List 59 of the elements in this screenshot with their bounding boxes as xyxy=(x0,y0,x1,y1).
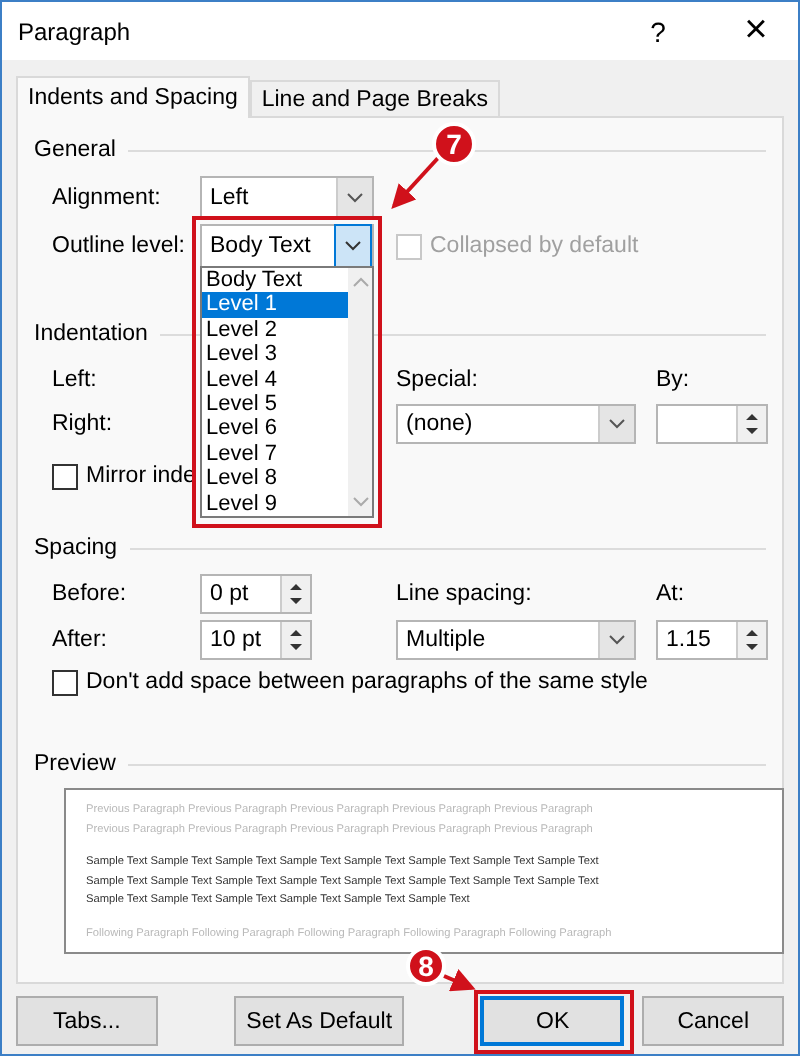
help-button[interactable]: ? xyxy=(638,2,678,60)
special-dropdown[interactable]: (none) xyxy=(396,404,636,444)
section-heading: Indentation xyxy=(34,322,148,346)
section-heading: General xyxy=(34,138,116,162)
section-heading: Preview xyxy=(34,752,116,776)
after-spinbox[interactable]: 10 pt xyxy=(200,620,312,660)
checkbox[interactable] xyxy=(52,463,78,489)
chevron-icon xyxy=(608,634,626,646)
dropdown-option[interactable]: Level 8 xyxy=(202,466,348,492)
dropdown-option[interactable]: Level 7 xyxy=(202,441,348,467)
field-label: Before: xyxy=(52,582,129,606)
scroll-up-icon xyxy=(351,276,369,288)
annotation-arrow xyxy=(391,156,440,209)
checkbox[interactable] xyxy=(52,669,78,695)
dropdown-option[interactable]: Level 5 xyxy=(202,391,348,417)
window-title: Paragraph xyxy=(18,17,133,45)
tab[interactable]: Indents and Spacing xyxy=(16,76,250,118)
chevron-icon xyxy=(344,240,362,252)
field-label: Alignment: xyxy=(52,186,163,210)
checkbox-label: Don't add space between paragraphs of the same style xyxy=(86,670,648,694)
field-label: Special: xyxy=(396,367,480,391)
ok-button[interactable]: OK xyxy=(480,996,625,1046)
dropdown-option[interactable]: Level 2 xyxy=(202,317,348,343)
line-spacing-dropdown[interactable]: Multiple xyxy=(396,620,636,660)
field-label: Left: xyxy=(52,367,99,391)
dropdown-option[interactable]: Level 1 xyxy=(202,292,348,318)
before-spinbox[interactable]: 0 pt xyxy=(200,574,312,614)
field-label: By: xyxy=(656,367,690,391)
annotation-arrow xyxy=(443,969,476,992)
dialog-button[interactable]: Tabs... xyxy=(16,996,158,1046)
by-spinbox[interactable] xyxy=(656,404,768,444)
spin-arrows-icon xyxy=(288,626,304,654)
section-heading: Spacing xyxy=(34,536,118,560)
chevron-icon xyxy=(608,418,626,430)
dropdown-option[interactable]: Level 3 xyxy=(202,342,348,368)
outline-level-dropdown[interactable]: Body Text xyxy=(200,224,374,268)
dialog-button[interactable]: Cancel xyxy=(642,996,784,1046)
dropdown-option[interactable]: Body Text xyxy=(202,268,348,293)
dropdown-option[interactable]: Level 4 xyxy=(202,367,348,392)
at-spinbox[interactable]: 1.15 xyxy=(656,620,768,660)
alignment-dropdown[interactable]: Left xyxy=(200,176,374,220)
field-label: Outline level: xyxy=(52,234,187,258)
spin-arrows-icon xyxy=(288,580,304,608)
dropdown-option[interactable]: Level 6 xyxy=(202,416,348,442)
field-label: At: xyxy=(656,582,685,606)
dropdown-option[interactable]: Level 9 xyxy=(202,491,348,516)
close-button[interactable]: × xyxy=(726,2,786,60)
field-label: After: xyxy=(52,628,109,652)
scrollbar[interactable] xyxy=(348,268,372,516)
tab[interactable]: Line and Page Breaks xyxy=(249,80,501,116)
spin-arrows-icon xyxy=(744,410,760,438)
chevron-icon xyxy=(346,192,364,204)
field-label: Line spacing: xyxy=(396,582,534,606)
checkbox-label: Collapsed by default xyxy=(430,234,639,258)
dialog-button[interactable]: Set As Default xyxy=(233,996,405,1046)
field-label: Right: xyxy=(52,412,115,436)
step-badge: 8 xyxy=(406,946,446,986)
spin-arrows-icon xyxy=(744,626,760,654)
scroll-down-icon xyxy=(351,496,369,508)
